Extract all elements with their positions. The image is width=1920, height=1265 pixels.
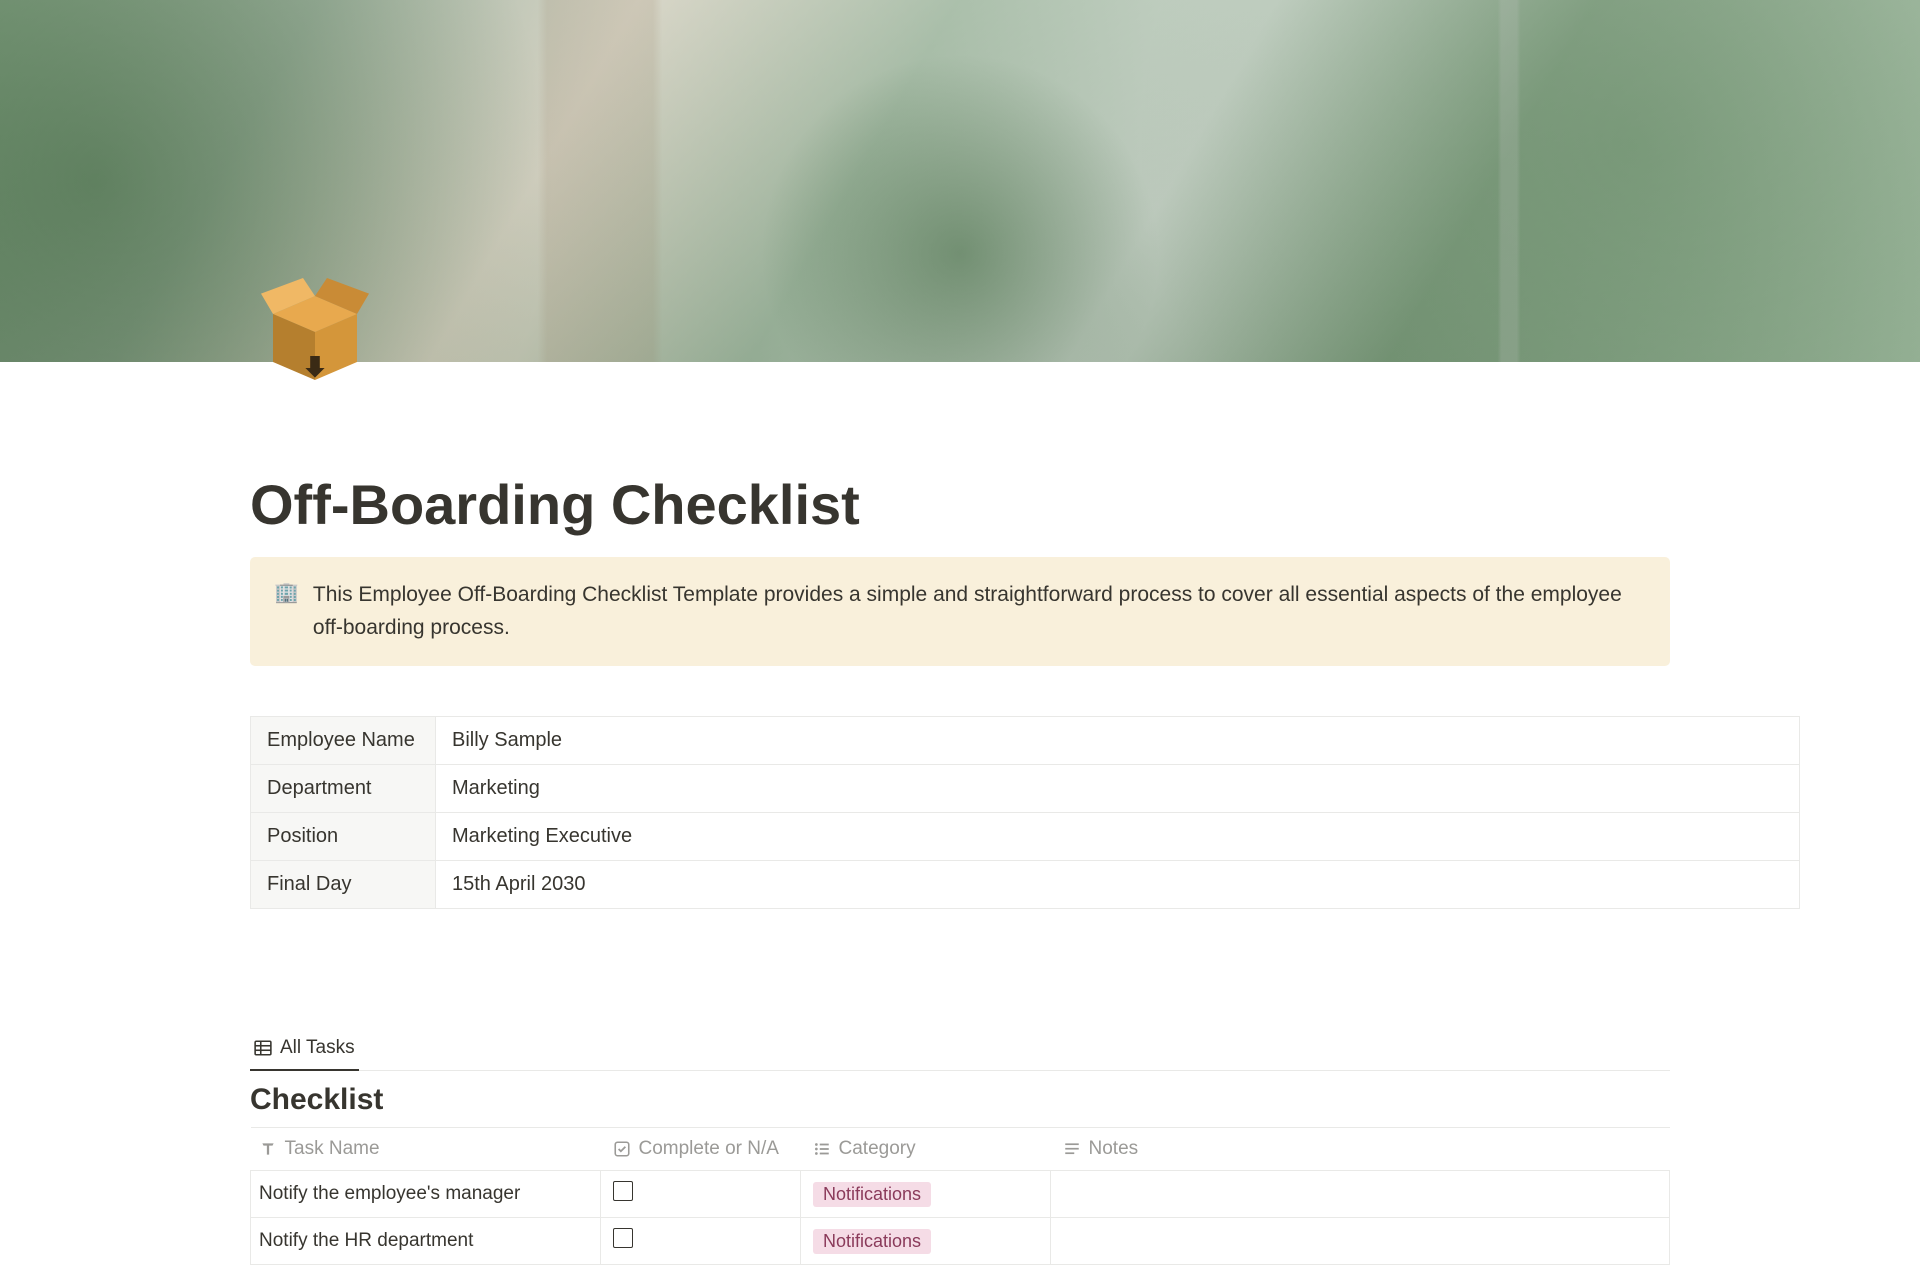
category-tag: Notifications — [813, 1229, 931, 1254]
employee-info-table[interactable]: Employee NameBilly SampleDepartmentMarke… — [250, 716, 1800, 909]
tab-all-tasks[interactable]: All Tasks — [250, 1029, 359, 1071]
list-icon — [813, 1140, 831, 1158]
tab-label: All Tasks — [280, 1037, 355, 1059]
building-icon: 🏢 — [274, 579, 299, 607]
info-row[interactable]: DepartmentMarketing — [251, 765, 1800, 813]
callout-block[interactable]: 🏢 This Employee Off-Boarding Checklist T… — [250, 557, 1670, 666]
page-icon-box[interactable] — [250, 267, 380, 397]
cell-task-name[interactable]: Notify the HR department — [251, 1218, 601, 1265]
checkbox-icon[interactable] — [613, 1181, 633, 1201]
lines-icon — [1063, 1140, 1081, 1158]
checkbox-icon — [613, 1140, 631, 1158]
info-row[interactable]: Final Day15th April 2030 — [251, 861, 1800, 909]
box-icon — [255, 272, 375, 392]
info-label: Employee Name — [251, 717, 436, 765]
cell-complete[interactable] — [601, 1171, 801, 1218]
cell-task-name[interactable]: Notify the employee's manager — [251, 1171, 601, 1218]
table-row[interactable]: Notify the employee's manager Notificatio… — [251, 1171, 1670, 1218]
database-view-tabs: All Tasks — [250, 1029, 1670, 1071]
info-value[interactable]: Marketing Executive — [436, 813, 1800, 861]
database-title[interactable]: Checklist — [250, 1083, 1670, 1117]
checkbox-icon[interactable] — [613, 1228, 633, 1248]
info-label: Final Day — [251, 861, 436, 909]
cell-notes[interactable] — [1051, 1218, 1670, 1265]
column-header-notes[interactable]: Notes — [1051, 1128, 1670, 1171]
callout-text: This Employee Off-Boarding Checklist Tem… — [313, 579, 1646, 644]
info-label: Department — [251, 765, 436, 813]
checklist-table: Task Name Complete or N/A Category — [250, 1127, 1670, 1265]
table-icon — [254, 1039, 272, 1057]
column-header-complete[interactable]: Complete or N/A — [601, 1128, 801, 1171]
info-label: Position — [251, 813, 436, 861]
table-row[interactable]: Notify the HR department Notifications — [251, 1218, 1670, 1265]
text-icon — [259, 1140, 277, 1158]
cell-complete[interactable] — [601, 1218, 801, 1265]
info-row[interactable]: PositionMarketing Executive — [251, 813, 1800, 861]
cell-notes[interactable] — [1051, 1171, 1670, 1218]
category-tag: Notifications — [813, 1182, 931, 1207]
info-value[interactable]: Billy Sample — [436, 717, 1800, 765]
column-header-category[interactable]: Category — [801, 1128, 1051, 1171]
info-value[interactable]: 15th April 2030 — [436, 861, 1800, 909]
info-row[interactable]: Employee NameBilly Sample — [251, 717, 1800, 765]
info-value[interactable]: Marketing — [436, 765, 1800, 813]
page-title[interactable]: Off-Boarding Checklist — [250, 362, 1670, 537]
cell-category[interactable]: Notifications — [801, 1218, 1051, 1265]
cell-category[interactable]: Notifications — [801, 1171, 1051, 1218]
column-header-task[interactable]: Task Name — [251, 1128, 601, 1171]
